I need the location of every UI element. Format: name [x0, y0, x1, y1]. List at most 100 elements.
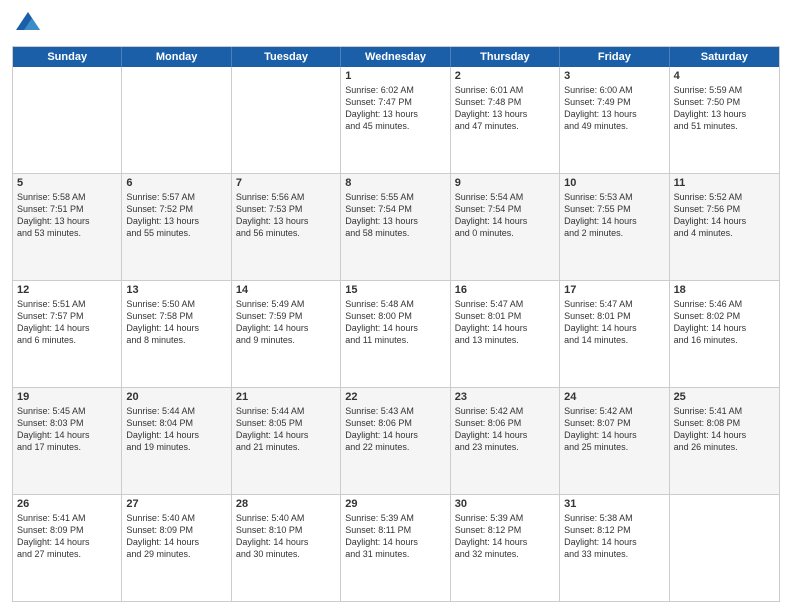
cell-info: Sunrise: 5:46 AM Sunset: 8:02 PM Dayligh…: [674, 298, 775, 347]
page-container: SundayMondayTuesdayWednesdayThursdayFrid…: [0, 0, 792, 612]
cell-info: Sunrise: 5:43 AM Sunset: 8:06 PM Dayligh…: [345, 405, 445, 454]
cell-info: Sunrise: 5:42 AM Sunset: 8:06 PM Dayligh…: [455, 405, 555, 454]
day-number: 23: [455, 391, 555, 403]
cell-info: Sunrise: 5:55 AM Sunset: 7:54 PM Dayligh…: [345, 191, 445, 240]
cell-info: Sunrise: 5:42 AM Sunset: 8:07 PM Dayligh…: [564, 405, 664, 454]
cell-info: Sunrise: 5:45 AM Sunset: 8:03 PM Dayligh…: [17, 405, 117, 454]
logo: [12, 10, 42, 38]
cell-info: Sunrise: 5:48 AM Sunset: 8:00 PM Dayligh…: [345, 298, 445, 347]
calendar-cell: 21 Sunrise: 5:44 AM Sunset: 8:05 PM Dayli…: [232, 388, 341, 494]
calendar-cell: [232, 67, 341, 173]
calendar-cell: 16 Sunrise: 5:47 AM Sunset: 8:01 PM Dayli…: [451, 281, 560, 387]
calendar-header: SundayMondayTuesdayWednesdayThursdayFrid…: [13, 47, 779, 67]
cell-info: Sunrise: 5:51 AM Sunset: 7:57 PM Dayligh…: [17, 298, 117, 347]
logo-icon: [14, 10, 42, 38]
calendar-cell: 27Sunrise: 5:40 AM Sunset: 8:09 PM Dayli…: [122, 495, 231, 601]
day-number: 9: [455, 177, 555, 189]
calendar-cell: 3 Sunrise: 6:00 AM Sunset: 7:49 PM Daylig…: [560, 67, 669, 173]
cell-info: Sunrise: 5:44 AM Sunset: 8:05 PM Dayligh…: [236, 405, 336, 454]
cell-info: Sunrise: 5:44 AM Sunset: 8:04 PM Dayligh…: [126, 405, 226, 454]
calendar-row: 26 Sunrise: 5:41 AM Sunset: 8:09 PM Dayli…: [13, 494, 779, 601]
day-number: 1: [345, 70, 445, 82]
cell-info: Sunrise: 5:40 AM Sunset: 8:10 PM Dayligh…: [236, 512, 336, 561]
cell-info: Sunrise: 5:38 AM Sunset: 8:12 PM Dayligh…: [564, 512, 664, 561]
day-number: 12: [17, 284, 117, 296]
calendar-body: 1 Sunrise: 6:02 AM Sunset: 7:47 PM Daylig…: [13, 67, 779, 601]
day-number: 19: [17, 391, 117, 403]
calendar-cell: 19 Sunrise: 5:45 AM Sunset: 8:03 PM Dayli…: [13, 388, 122, 494]
calendar-cell: 2Sunrise: 6:01 AM Sunset: 7:48 PM Daylig…: [451, 67, 560, 173]
weekday-header: Tuesday: [232, 47, 341, 67]
calendar-cell: 14Sunrise: 5:49 AM Sunset: 7:59 PM Dayli…: [232, 281, 341, 387]
cell-info: Sunrise: 6:00 AM Sunset: 7:49 PM Dayligh…: [564, 84, 664, 133]
cell-info: Sunrise: 5:56 AM Sunset: 7:53 PM Dayligh…: [236, 191, 336, 240]
calendar-cell: 31 Sunrise: 5:38 AM Sunset: 8:12 PM Dayli…: [560, 495, 669, 601]
day-number: 3: [564, 70, 664, 82]
calendar-cell: 1 Sunrise: 6:02 AM Sunset: 7:47 PM Daylig…: [341, 67, 450, 173]
day-number: 20: [126, 391, 226, 403]
cell-info: Sunrise: 5:49 AM Sunset: 7:59 PM Dayligh…: [236, 298, 336, 347]
day-number: 18: [674, 284, 775, 296]
cell-info: Sunrise: 5:50 AM Sunset: 7:58 PM Dayligh…: [126, 298, 226, 347]
day-number: 30: [455, 498, 555, 510]
day-number: 29: [345, 498, 445, 510]
calendar-cell: 8 Sunrise: 5:55 AM Sunset: 7:54 PM Daylig…: [341, 174, 450, 280]
calendar-cell: 25Sunrise: 5:41 AM Sunset: 8:08 PM Dayli…: [670, 388, 779, 494]
calendar-cell: 11Sunrise: 5:52 AM Sunset: 7:56 PM Dayli…: [670, 174, 779, 280]
calendar-cell: 12 Sunrise: 5:51 AM Sunset: 7:57 PM Dayli…: [13, 281, 122, 387]
calendar-cell: 15 Sunrise: 5:48 AM Sunset: 8:00 PM Dayli…: [341, 281, 450, 387]
calendar-cell: 18 Sunrise: 5:46 AM Sunset: 8:02 PM Dayli…: [670, 281, 779, 387]
calendar-row: 5 Sunrise: 5:58 AM Sunset: 7:51 PM Daylig…: [13, 173, 779, 280]
cell-info: Sunrise: 5:57 AM Sunset: 7:52 PM Dayligh…: [126, 191, 226, 240]
calendar-cell: 13 Sunrise: 5:50 AM Sunset: 7:58 PM Dayli…: [122, 281, 231, 387]
day-number: 16: [455, 284, 555, 296]
weekday-header: Saturday: [670, 47, 779, 67]
calendar-cell: 28 Sunrise: 5:40 AM Sunset: 8:10 PM Dayli…: [232, 495, 341, 601]
calendar-cell: 17Sunrise: 5:47 AM Sunset: 8:01 PM Dayli…: [560, 281, 669, 387]
day-number: 24: [564, 391, 664, 403]
day-number: 28: [236, 498, 336, 510]
day-number: 5: [17, 177, 117, 189]
day-number: 31: [564, 498, 664, 510]
calendar-cell: 4 Sunrise: 5:59 AM Sunset: 7:50 PM Daylig…: [670, 67, 779, 173]
weekday-header: Sunday: [13, 47, 122, 67]
day-number: 11: [674, 177, 775, 189]
cell-info: Sunrise: 5:53 AM Sunset: 7:55 PM Dayligh…: [564, 191, 664, 240]
day-number: 15: [345, 284, 445, 296]
day-number: 6: [126, 177, 226, 189]
day-number: 21: [236, 391, 336, 403]
cell-info: Sunrise: 5:59 AM Sunset: 7:50 PM Dayligh…: [674, 84, 775, 133]
calendar-row: 1 Sunrise: 6:02 AM Sunset: 7:47 PM Daylig…: [13, 67, 779, 173]
day-number: 7: [236, 177, 336, 189]
calendar-cell: 7 Sunrise: 5:56 AM Sunset: 7:53 PM Daylig…: [232, 174, 341, 280]
cell-info: Sunrise: 5:54 AM Sunset: 7:54 PM Dayligh…: [455, 191, 555, 240]
cell-info: Sunrise: 5:41 AM Sunset: 8:08 PM Dayligh…: [674, 405, 775, 454]
calendar-cell: 5 Sunrise: 5:58 AM Sunset: 7:51 PM Daylig…: [13, 174, 122, 280]
calendar-cell: [670, 495, 779, 601]
cell-info: Sunrise: 5:39 AM Sunset: 8:12 PM Dayligh…: [455, 512, 555, 561]
header: [12, 10, 780, 38]
cell-info: Sunrise: 5:47 AM Sunset: 8:01 PM Dayligh…: [455, 298, 555, 347]
calendar-cell: 30 Sunrise: 5:39 AM Sunset: 8:12 PM Dayli…: [451, 495, 560, 601]
day-number: 26: [17, 498, 117, 510]
day-number: 4: [674, 70, 775, 82]
calendar-cell: 22Sunrise: 5:43 AM Sunset: 8:06 PM Dayli…: [341, 388, 450, 494]
day-number: 8: [345, 177, 445, 189]
calendar-cell: [122, 67, 231, 173]
day-number: 13: [126, 284, 226, 296]
day-number: 10: [564, 177, 664, 189]
calendar-cell: 26 Sunrise: 5:41 AM Sunset: 8:09 PM Dayli…: [13, 495, 122, 601]
cell-info: Sunrise: 5:47 AM Sunset: 8:01 PM Dayligh…: [564, 298, 664, 347]
cell-info: Sunrise: 5:39 AM Sunset: 8:11 PM Dayligh…: [345, 512, 445, 561]
calendar-row: 12 Sunrise: 5:51 AM Sunset: 7:57 PM Dayli…: [13, 280, 779, 387]
day-number: 27: [126, 498, 226, 510]
calendar-cell: 29 Sunrise: 5:39 AM Sunset: 8:11 PM Dayli…: [341, 495, 450, 601]
calendar: SundayMondayTuesdayWednesdayThursdayFrid…: [12, 46, 780, 602]
calendar-cell: 20 Sunrise: 5:44 AM Sunset: 8:04 PM Dayli…: [122, 388, 231, 494]
calendar-cell: 24 Sunrise: 5:42 AM Sunset: 8:07 PM Dayli…: [560, 388, 669, 494]
cell-info: Sunrise: 6:02 AM Sunset: 7:47 PM Dayligh…: [345, 84, 445, 133]
cell-info: Sunrise: 5:58 AM Sunset: 7:51 PM Dayligh…: [17, 191, 117, 240]
weekday-header: Thursday: [451, 47, 560, 67]
cell-info: Sunrise: 6:01 AM Sunset: 7:48 PM Dayligh…: [455, 84, 555, 133]
cell-info: Sunrise: 5:41 AM Sunset: 8:09 PM Dayligh…: [17, 512, 117, 561]
